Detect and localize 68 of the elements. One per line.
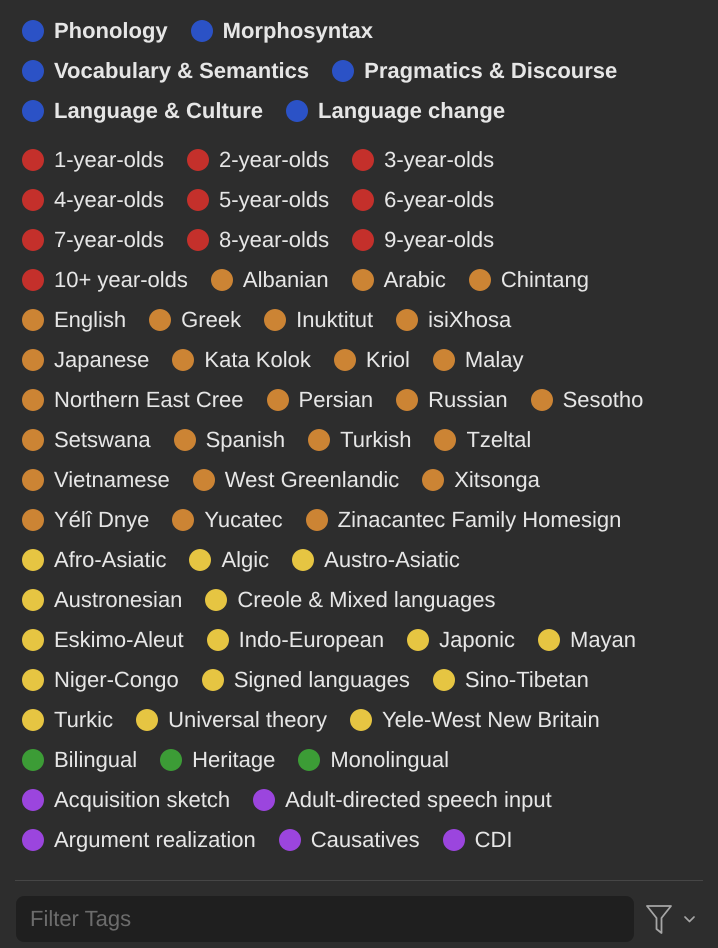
tag-item[interactable]: Afro-Asiatic (22, 547, 166, 573)
tag-item[interactable]: Language & Culture (22, 98, 264, 124)
tag-item[interactable]: Turkic (22, 707, 114, 733)
tag-item[interactable]: Inuktitut (264, 307, 374, 333)
tag-item[interactable]: 3-year-olds (352, 147, 494, 173)
tag-item[interactable]: 1-year-olds (22, 147, 164, 173)
tag-item[interactable]: 4-year-olds (22, 187, 164, 213)
tag-item[interactable]: CDI (442, 827, 513, 853)
tag-item[interactable]: Kriol (334, 347, 410, 373)
tag-item[interactable]: Chintang (468, 267, 589, 293)
tag-item[interactable]: Language change (286, 98, 506, 124)
tag-item[interactable]: Northern East Cree (22, 387, 244, 413)
filter-field[interactable]: Filter Tags (16, 896, 634, 942)
tag-item[interactable]: Signed languages (202, 667, 410, 693)
tag-item[interactable]: Universal theory (136, 707, 328, 733)
tag-item[interactable]: Arabic (352, 267, 446, 293)
tag-item[interactable]: Morphosyntax (190, 18, 374, 44)
tag-item[interactable]: Yélî Dnye (22, 507, 150, 533)
tag-item[interactable]: Albanian (210, 267, 329, 293)
tag-item[interactable]: Sesotho (530, 387, 644, 413)
tag-item[interactable]: Pragmatics & Discourse (332, 58, 618, 84)
tag-item[interactable]: Indo-European (206, 627, 384, 653)
tag-item[interactable]: Malay (432, 347, 524, 373)
tag-item[interactable]: Spanish (174, 427, 286, 453)
tag-item[interactable]: Austro-Asiatic (292, 547, 460, 573)
tag-item[interactable]: Zinacantec Family Homesign (306, 507, 622, 533)
tag-item[interactable]: Bilingual (22, 747, 138, 773)
tag-item[interactable]: 2-year-olds (187, 147, 330, 173)
tag-item[interactable]: West Greenlandic (192, 467, 400, 493)
chevron-icon (684, 916, 695, 922)
tag-item[interactable]: Persian (266, 387, 374, 413)
tag-item[interactable]: English (22, 307, 126, 333)
tag-item[interactable]: Turkish (308, 427, 412, 453)
tag-item[interactable]: Mayan (538, 627, 636, 653)
tag-item[interactable]: 7-year-olds (22, 227, 164, 253)
tag-item[interactable]: Xitsonga (422, 467, 540, 493)
tag-item[interactable]: Adult-directed speech input (253, 787, 552, 813)
tag-item[interactable]: Argument realization (22, 827, 256, 853)
tag-item[interactable]: Niger-Congo (22, 667, 179, 693)
tag-item[interactable]: 6-year-olds (352, 187, 494, 213)
tag-item[interactable]: Heritage (160, 747, 276, 773)
tag-item[interactable]: Tzeltal (434, 427, 532, 453)
tag-item[interactable]: Japonic (407, 627, 515, 653)
tag-item[interactable]: Setswana (22, 427, 151, 453)
filter-menu-button[interactable] (646, 904, 695, 934)
tag-item[interactable]: 8-year-olds (187, 227, 330, 253)
tag-item[interactable]: Monolingual (298, 747, 449, 773)
tag-item[interactable]: Austronesian (22, 587, 182, 613)
tag-item[interactable]: 10+ year-olds (22, 267, 188, 293)
tag-item[interactable]: Vietnamese (22, 467, 170, 493)
tag-item[interactable]: Phonology (22, 18, 168, 44)
tag-item[interactable]: isiXhosa (396, 307, 512, 333)
tag-item[interactable]: Sino-Tibetan (432, 667, 589, 693)
funnel-icon (646, 904, 672, 934)
tag-item[interactable]: 9-year-olds (352, 227, 494, 253)
tag-item[interactable]: Kata Kolok (172, 347, 311, 373)
tag-item[interactable]: Eskimo-Aleut (22, 627, 184, 653)
tag-item[interactable]: Algic (189, 547, 270, 573)
tag-item[interactable]: Yele-West New Britain (350, 707, 600, 733)
tag-item[interactable]: Japanese (22, 347, 150, 373)
tag-item[interactable]: 5-year-olds (187, 187, 330, 213)
tag-item[interactable]: Creole & Mixed languages (205, 587, 496, 613)
tag-item[interactable]: Greek (149, 307, 242, 333)
tag-item[interactable]: Yucatec (172, 507, 283, 533)
tag-item[interactable]: Acquisition sketch (22, 787, 230, 813)
tag-item[interactable]: Causatives (278, 827, 420, 853)
tag-item[interactable]: Vocabulary & Semantics (22, 58, 310, 84)
tag-item[interactable]: Russian (396, 387, 508, 413)
